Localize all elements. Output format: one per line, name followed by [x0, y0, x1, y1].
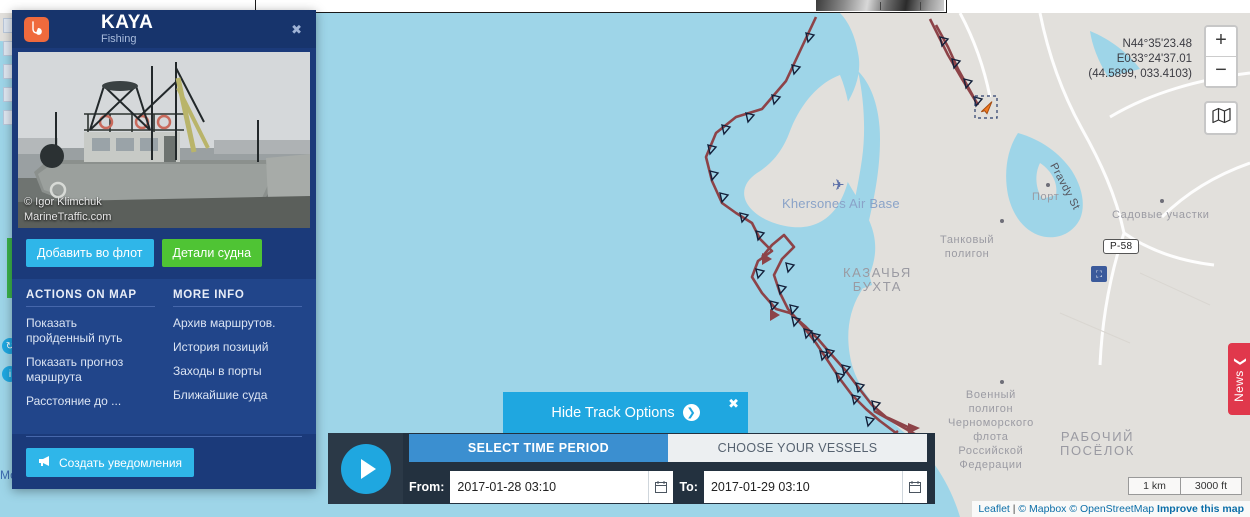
vessel-name: KAYA [101, 12, 154, 33]
link-distance-to[interactable]: Расстояние до ... [26, 394, 155, 409]
news-chevron-icon: ❮ [1232, 356, 1246, 367]
news-tab-label: News [1232, 370, 1246, 402]
map-scale-bar: 1 km 3000 ft [1128, 477, 1242, 495]
fish-hook-icon [24, 16, 49, 42]
more-info-title: MORE INFO [173, 289, 302, 307]
to-label: To: [679, 480, 698, 494]
coordinate-readout: N44°35'23.48 E033°24'37.01 (44.5899, 033… [1088, 38, 1192, 80]
to-date-input[interactable] [703, 471, 902, 503]
notify-section: Создать уведомления [26, 436, 302, 477]
link-position-history[interactable]: История позиций [173, 340, 302, 355]
track-options-tabs: SELECT TIME PERIOD CHOOSE YOUR VESSELS [409, 434, 927, 462]
vessel-panel-header: KAYA Fishing ✖ [12, 10, 316, 48]
actions-on-map-column: ACTIONS ON MAP Показать пройденный путь … [26, 289, 155, 418]
link-show-past-track[interactable]: Показать пройденный путь [26, 316, 155, 346]
to-field-wrapper [703, 471, 927, 503]
more-info-column: MORE INFO Архив маршрутов. История позиц… [173, 289, 302, 418]
vessel-details-button[interactable]: Детали судна [161, 239, 263, 267]
track-options-body: SELECT TIME PERIOD CHOOSE YOUR VESSELS F… [403, 428, 935, 509]
photo-credit: © Igor Klimchuk [24, 196, 102, 208]
link-nearby-vessels[interactable]: Ближайшие суда [173, 388, 302, 403]
vessel-links-section: ACTIONS ON MAP Показать пройденный путь … [12, 279, 316, 434]
attrib-osm[interactable]: © OpenStreetMap [1069, 503, 1154, 515]
zoom-controls[interactable]: + − [1204, 25, 1238, 88]
actions-on-map-title: ACTIONS ON MAP [26, 289, 155, 307]
zoom-out-button[interactable]: − [1206, 57, 1236, 86]
attrib-mapbox[interactable]: © Mapbox [1018, 503, 1066, 515]
from-label: From: [409, 480, 445, 494]
vessel-photo: © Igor Klimchuk MarineTraffic.com [18, 52, 310, 228]
chevron-down-icon: ❯ [682, 404, 700, 421]
link-route-archive[interactable]: Архив маршрутов. [173, 316, 302, 331]
create-notification-label: Создать уведомления [59, 455, 183, 470]
add-to-fleet-button[interactable]: Добавить во флот [26, 239, 154, 267]
attrib-improve-map[interactable]: Improve this map [1157, 503, 1244, 515]
play-icon [360, 458, 376, 479]
layers-map-icon [1211, 107, 1231, 129]
vessel-title-block: KAYA Fishing [101, 13, 153, 45]
tab-select-time-period[interactable]: SELECT TIME PERIOD [409, 434, 668, 462]
scale-imperial: 3000 ft [1179, 477, 1242, 495]
vessel-type: Fishing [101, 33, 137, 45]
browser-remnant-strip [255, 0, 947, 13]
from-calendar-icon[interactable] [648, 471, 674, 503]
vessel-action-buttons: Добавить во флот Детали судна [12, 228, 316, 279]
link-port-calls[interactable]: Заходы в порты [173, 364, 302, 379]
track-options-close-icon[interactable]: ✖ [728, 396, 739, 412]
news-tab[interactable]: News ❮ [1228, 343, 1250, 415]
tab-choose-your-vessels[interactable]: CHOOSE YOUR VESSELS [668, 434, 927, 462]
to-calendar-icon[interactable] [902, 471, 927, 503]
vessel-info-panel: KAYA Fishing ✖ © Igor Klimchuk MarineTra… [12, 10, 316, 489]
photo-source: MarineTraffic.com [24, 211, 112, 223]
scale-metric: 1 km [1128, 477, 1180, 495]
close-icon[interactable]: ✖ [291, 22, 302, 38]
marinetraffic-app: ✈ Khersones Air Base КАЗАЧЬЯ БУХТА Танко… [0, 0, 1250, 517]
play-button[interactable] [340, 443, 391, 494]
selected-vessel-marker[interactable] [974, 95, 998, 124]
link-show-forecast-route[interactable]: Показать прогноз маршрута [26, 355, 155, 385]
from-field-wrapper [450, 471, 674, 503]
map-attribution[interactable]: Leaflet | © Mapbox © OpenStreetMap Impro… [972, 501, 1250, 517]
hide-track-options-button[interactable]: Hide Track Options ❯ ✖ [503, 392, 748, 433]
map-layers-button[interactable] [1204, 101, 1238, 135]
zoom-in-button[interactable]: + [1206, 27, 1236, 57]
play-button-container [328, 433, 403, 504]
from-date-input[interactable] [450, 471, 649, 503]
date-range-row: From: To: [409, 471, 927, 503]
track-options-bar: SELECT TIME PERIOD CHOOSE YOUR VESSELS F… [328, 433, 935, 504]
megaphone-icon [38, 455, 52, 470]
create-notification-button[interactable]: Создать уведомления [26, 448, 195, 477]
hide-track-options-label: Hide Track Options [551, 404, 675, 421]
attrib-leaflet[interactable]: Leaflet [978, 503, 1010, 515]
